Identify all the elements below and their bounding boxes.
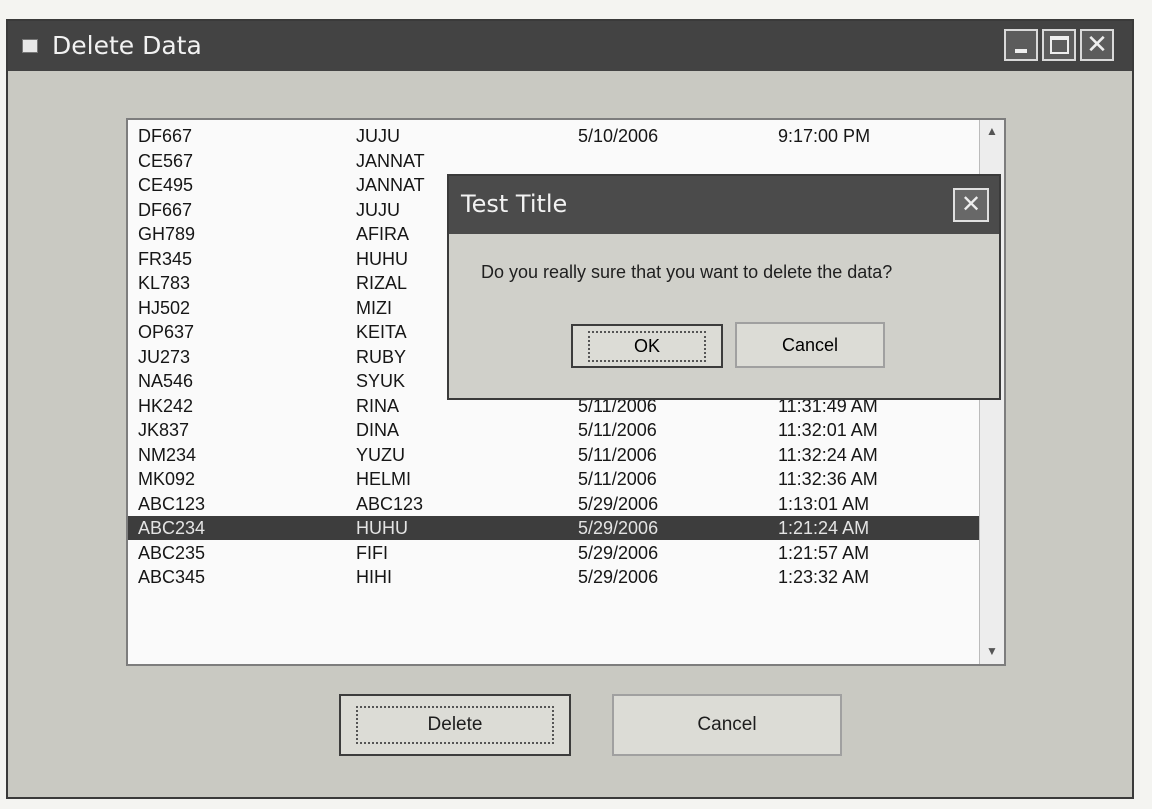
row-time: 11:32:24 AM bbox=[778, 444, 878, 465]
row-name: JUJU bbox=[356, 126, 400, 146]
row-name: RINA bbox=[356, 395, 400, 416]
list-item[interactable]: NM234 YUZU 5/11/2006 11:32:24 AM bbox=[128, 443, 980, 467]
row-code: HJ502 bbox=[138, 297, 191, 318]
row-code: CE567 bbox=[138, 150, 194, 171]
list-item[interactable]: CE567 JANNAT bbox=[128, 149, 980, 173]
delete-button-label: Delete bbox=[355, 706, 555, 744]
dialog-title: Test Title bbox=[461, 190, 568, 218]
row-name: YUZU bbox=[356, 444, 405, 465]
row-name: HELMI bbox=[356, 469, 412, 489]
row-time: 1:21:57 AM bbox=[778, 542, 870, 563]
list-item[interactable]: MK092 HELMI 5/11/2006 11:32:36 AM bbox=[128, 467, 980, 491]
row-time: 11:32:36 AM bbox=[778, 469, 878, 489]
row-date: 5/29/2006 bbox=[578, 493, 659, 514]
dialog-ok-label: OK bbox=[587, 330, 706, 362]
row-code: ABC234 bbox=[138, 518, 206, 538]
list-item[interactable]: DF667 JUJU 5/10/2006 9:17:00 PM bbox=[128, 124, 980, 148]
row-name: JANNAT bbox=[356, 175, 425, 195]
maximize-button[interactable] bbox=[1042, 29, 1076, 61]
row-name: JUJU bbox=[356, 199, 400, 220]
row-name: HUHU bbox=[356, 518, 408, 538]
row-code: JK837 bbox=[138, 420, 190, 440]
row-name: JANNAT bbox=[356, 150, 425, 171]
row-name: HIHI bbox=[356, 567, 392, 587]
row-date: 5/11/2006 bbox=[578, 444, 657, 465]
row-code: CE495 bbox=[138, 175, 194, 195]
row-name: HUHU bbox=[356, 248, 408, 269]
row-name: MIZI bbox=[356, 297, 392, 318]
cancel-button[interactable]: Cancel bbox=[612, 694, 842, 756]
row-code: NA546 bbox=[138, 371, 194, 391]
row-code: OP637 bbox=[138, 322, 195, 342]
list-item[interactable]: ABC235 FIFI 5/29/2006 1:21:57 AM bbox=[128, 541, 980, 565]
row-name: RIZAL bbox=[356, 273, 408, 293]
minimize-button[interactable] bbox=[1004, 29, 1038, 61]
list-item[interactable]: ABC123 ABC123 5/29/2006 1:13:01 AM bbox=[128, 492, 980, 516]
scroll-down-icon[interactable]: ▼ bbox=[984, 644, 1000, 660]
row-code: MK092 bbox=[138, 469, 196, 489]
window-title: Delete Data bbox=[52, 31, 202, 60]
row-time: 11:32:01 AM bbox=[778, 420, 878, 440]
scroll-up-icon[interactable]: ▲ bbox=[984, 124, 1000, 140]
row-date: 5/11/2006 bbox=[578, 420, 657, 440]
maximize-icon bbox=[1049, 36, 1069, 54]
row-name: FIFI bbox=[356, 542, 388, 563]
dialog-ok-button[interactable]: OK bbox=[571, 324, 723, 368]
close-icon: ✕ bbox=[1086, 30, 1108, 60]
title-bar[interactable]: Delete Data ✕ bbox=[8, 21, 1132, 71]
row-code: NM234 bbox=[138, 444, 197, 465]
row-time: 1:21:24 AM bbox=[778, 518, 870, 538]
row-date: 5/29/2006 bbox=[578, 567, 659, 587]
close-icon: ✕ bbox=[960, 190, 982, 218]
row-name: SYUK bbox=[356, 371, 406, 391]
row-time: 9:17:00 PM bbox=[778, 126, 871, 146]
dialog-cancel-button[interactable]: Cancel bbox=[735, 322, 885, 368]
confirm-dialog: Test Title ✕ Do you really sure that you… bbox=[447, 174, 1001, 400]
row-date: 5/11/2006 bbox=[578, 469, 657, 489]
delete-button[interactable]: Delete bbox=[339, 694, 571, 756]
row-code: FR345 bbox=[138, 248, 193, 269]
row-code: GH789 bbox=[138, 224, 196, 244]
row-date: 5/10/2006 bbox=[578, 126, 659, 146]
row-code: JU273 bbox=[138, 346, 191, 367]
list-item[interactable]: ABC234 HUHU 5/29/2006 1:21:24 AM bbox=[128, 516, 980, 540]
minimize-icon bbox=[1015, 49, 1027, 53]
list-item[interactable]: ABC345 HIHI 5/29/2006 1:23:32 AM bbox=[128, 565, 980, 589]
row-name: KEITA bbox=[356, 322, 407, 342]
close-button[interactable]: ✕ bbox=[1080, 29, 1114, 61]
cancel-button-label: Cancel bbox=[697, 714, 757, 735]
row-code: ABC345 bbox=[138, 567, 206, 587]
row-name: AFIRA bbox=[356, 224, 410, 244]
row-date: 5/29/2006 bbox=[578, 542, 659, 563]
row-code: HK242 bbox=[138, 395, 194, 416]
dialog-close-button[interactable]: ✕ bbox=[953, 188, 989, 222]
dialog-title-bar[interactable]: Test Title ✕ bbox=[449, 176, 999, 234]
row-code: ABC235 bbox=[138, 542, 206, 563]
row-name: DINA bbox=[356, 420, 400, 440]
row-name: ABC123 bbox=[356, 493, 424, 514]
dialog-message: Do you really sure that you want to dele… bbox=[481, 262, 893, 282]
dialog-cancel-label: Cancel bbox=[781, 334, 839, 355]
window-icon[interactable] bbox=[22, 39, 38, 53]
row-code: ABC123 bbox=[138, 493, 206, 514]
list-item[interactable]: JK837 DINA 5/11/2006 11:32:01 AM bbox=[128, 418, 980, 442]
row-code: KL783 bbox=[138, 273, 191, 293]
row-time: 1:13:01 AM bbox=[778, 493, 870, 514]
row-code: DF667 bbox=[138, 199, 193, 220]
row-time: 1:23:32 AM bbox=[778, 567, 870, 587]
row-date: 5/29/2006 bbox=[578, 518, 659, 538]
row-name: RUBY bbox=[356, 346, 407, 367]
row-code: DF667 bbox=[138, 126, 193, 146]
